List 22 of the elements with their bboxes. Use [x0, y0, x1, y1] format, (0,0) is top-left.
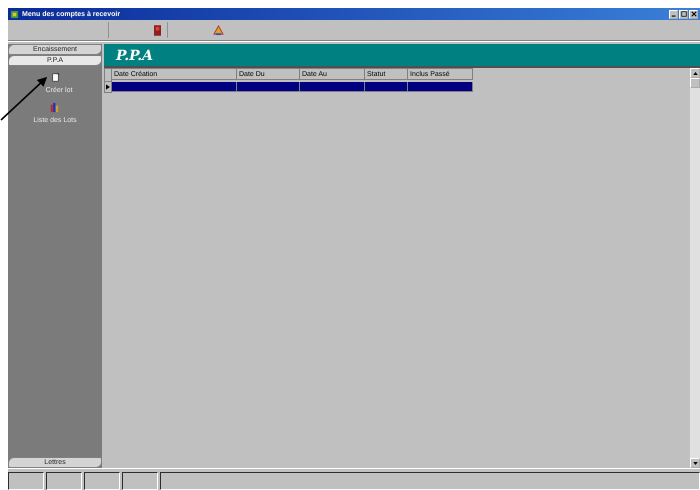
maximize-icon	[680, 11, 686, 17]
document-icon	[50, 72, 60, 83]
row-indicator[interactable]	[104, 82, 112, 93]
pointer-icon	[106, 84, 110, 90]
table-cell	[408, 82, 473, 92]
table-cell	[237, 82, 300, 92]
books-icon	[49, 102, 60, 113]
scroll-thumb[interactable]	[690, 78, 700, 88]
maximize-button[interactable]	[679, 10, 688, 18]
close-button[interactable]	[689, 10, 698, 18]
minimize-button[interactable]	[669, 10, 678, 18]
down-arrow-icon	[692, 462, 698, 464]
table-cell	[300, 82, 365, 92]
close-icon	[690, 11, 696, 17]
door-icon[interactable]	[154, 24, 161, 36]
table-cell	[365, 82, 408, 92]
app-icon	[10, 10, 19, 18]
scroll-up-button[interactable]	[690, 68, 700, 78]
panel-title: P.P.A	[116, 47, 154, 66]
scroll-down-button[interactable]	[690, 458, 700, 468]
up-arrow-icon	[692, 72, 698, 74]
warning-icon[interactable]	[213, 24, 224, 36]
